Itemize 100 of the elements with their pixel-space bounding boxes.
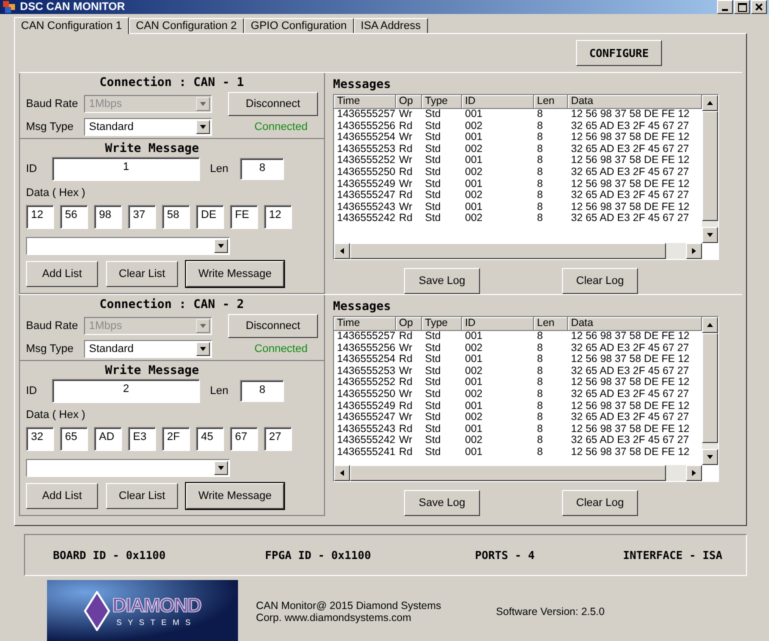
dropdown-arrow-icon <box>706 231 714 239</box>
table-cell-text: 001 <box>464 354 484 366</box>
table-cell-text: 002 <box>464 120 484 132</box>
msg-type-label: Msg Type <box>26 343 74 355</box>
table-cell-text: Std <box>424 109 442 121</box>
column-header[interactable]: Time <box>334 317 396 331</box>
table-cell-text: 32 65 AD E3 2F 45 67 27 <box>570 412 690 424</box>
scroll-arrow-icon <box>690 247 698 255</box>
close-button[interactable] <box>751 0 767 14</box>
column-header[interactable]: Len <box>534 95 568 109</box>
tab[interactable]: GPIO Configuration <box>244 18 354 33</box>
msg-type-dropdown[interactable]: Standard <box>84 118 212 136</box>
table-cell-text: 1436555257 <box>336 109 396 121</box>
vertical-scrollbar[interactable] <box>702 317 718 465</box>
configure-button[interactable]: CONFIGURE <box>576 40 662 66</box>
column-header[interactable]: Op <box>396 317 422 331</box>
clear-list-button[interactable]: Clear List <box>106 483 178 509</box>
column-header[interactable]: ID <box>462 95 534 109</box>
close-icon <box>755 3 763 11</box>
table-cell-text: 1436555254 <box>336 354 396 366</box>
column-header[interactable]: Data <box>568 95 702 109</box>
table-cell-text: 12 56 98 37 58 DE FE 12 <box>570 377 690 389</box>
dropdown-arrow-icon <box>706 453 714 461</box>
diamond-icon <box>84 591 110 631</box>
table-cell-text: 1436555247 <box>336 190 396 202</box>
horizontal-scrollbar[interactable] <box>334 243 702 259</box>
maximize-button[interactable] <box>734 0 750 14</box>
message-list-dropdown[interactable] <box>26 237 230 255</box>
add-list-button[interactable]: Add List <box>26 261 98 287</box>
len-field[interactable]: 8 <box>240 380 284 402</box>
data-byte-field[interactable]: 98 <box>94 205 122 229</box>
tab[interactable]: CAN Configuration 2 <box>128 18 244 33</box>
data-byte-field[interactable]: 67 <box>230 427 258 451</box>
table-cell-text: Std <box>424 377 442 389</box>
add-list-button[interactable]: Add List <box>26 483 98 509</box>
dropdown-arrow-icon <box>199 100 207 108</box>
disconnect-button[interactable]: Disconnect <box>228 92 318 116</box>
scroll-arrow-icon <box>690 469 698 477</box>
table-cell-text: 001 <box>464 202 484 214</box>
table-cell-text: 32 65 AD E3 2F 45 67 27 <box>570 366 690 378</box>
tab[interactable]: ISA Address <box>354 18 428 33</box>
column-header[interactable]: Data <box>568 317 702 331</box>
data-byte-field[interactable]: 37 <box>128 205 156 229</box>
data-byte-field[interactable]: 65 <box>60 427 88 451</box>
vertical-scrollbar[interactable] <box>702 95 718 243</box>
data-byte-field[interactable]: 12 <box>26 205 54 229</box>
column-header[interactable]: Type <box>422 95 462 109</box>
table-cell-text: Wr <box>398 342 414 354</box>
clear-log-button[interactable]: Clear Log <box>562 490 638 516</box>
table-cell-text: 001 <box>464 155 484 167</box>
save-log-button[interactable]: Save Log <box>404 490 480 516</box>
horizontal-scrollbar[interactable] <box>334 465 702 481</box>
table-cell-text: 8 <box>536 331 544 343</box>
write-message-button[interactable]: Write Message <box>186 483 284 509</box>
column-header[interactable]: Time <box>334 95 396 109</box>
table-cell-text: 32 65 AD E3 2F 45 67 27 <box>570 388 690 401</box>
table-cell-text: 12 56 98 37 58 DE FE 12 <box>570 155 690 167</box>
data-byte-field[interactable]: 2F <box>162 427 190 451</box>
table-cell-text: 32 65 AD E3 2F 45 67 27 <box>570 190 690 202</box>
table-cell-text: 8 <box>536 178 544 190</box>
data-byte-field[interactable]: 27 <box>264 427 292 451</box>
data-byte-field[interactable]: FE <box>230 205 258 229</box>
table-cell-text: Std <box>424 178 442 190</box>
table-cell-text: 1436555241 <box>336 446 396 459</box>
save-log-button[interactable]: Save Log <box>404 268 480 294</box>
data-byte-field[interactable]: 56 <box>60 205 88 229</box>
table-cell-text: 8 <box>536 190 544 202</box>
column-header[interactable]: Op <box>396 95 422 109</box>
software-version: Software Version: 2.5.0 <box>496 606 605 618</box>
data-byte-field[interactable]: DE <box>196 205 224 229</box>
len-label: Len <box>210 163 228 175</box>
len-field[interactable]: 8 <box>240 158 284 180</box>
write-message-button[interactable]: Write Message <box>186 261 284 287</box>
scroll-arrow-icon <box>706 321 714 329</box>
data-byte-field[interactable]: 12 <box>264 205 292 229</box>
msg-type-dropdown[interactable]: Standard <box>84 340 212 358</box>
table-cell-text: Std <box>424 190 442 202</box>
data-byte-field[interactable]: E3 <box>128 427 156 451</box>
column-header[interactable]: Len <box>534 317 568 331</box>
id-field[interactable]: 1 <box>52 157 200 181</box>
dropdown-arrow-icon <box>217 464 225 472</box>
table-cell-text: 1436555242 <box>336 213 396 225</box>
table-cell-text: 1436555243 <box>336 202 396 214</box>
copyright-text: Corp. www.diamondsystems.com <box>256 612 412 624</box>
table-cell-text: Std <box>424 144 442 155</box>
data-byte-field[interactable]: AD <box>94 427 122 451</box>
table-cell-text: Std <box>424 354 442 366</box>
minimize-button[interactable] <box>717 0 733 14</box>
clear-log-button[interactable]: Clear Log <box>562 268 638 294</box>
disconnect-button[interactable]: Disconnect <box>228 314 318 338</box>
data-byte-field[interactable]: 58 <box>162 205 190 229</box>
tab[interactable]: CAN Configuration 1 <box>14 17 129 34</box>
column-header[interactable]: Type <box>422 317 462 331</box>
message-list-dropdown[interactable] <box>26 459 230 477</box>
data-byte-field[interactable]: 32 <box>26 427 54 451</box>
id-field[interactable]: 2 <box>52 379 200 403</box>
column-header[interactable]: ID <box>462 317 534 331</box>
table-cell-text: 8 <box>536 412 544 424</box>
clear-list-button[interactable]: Clear List <box>106 261 178 287</box>
data-byte-field[interactable]: 45 <box>196 427 224 451</box>
